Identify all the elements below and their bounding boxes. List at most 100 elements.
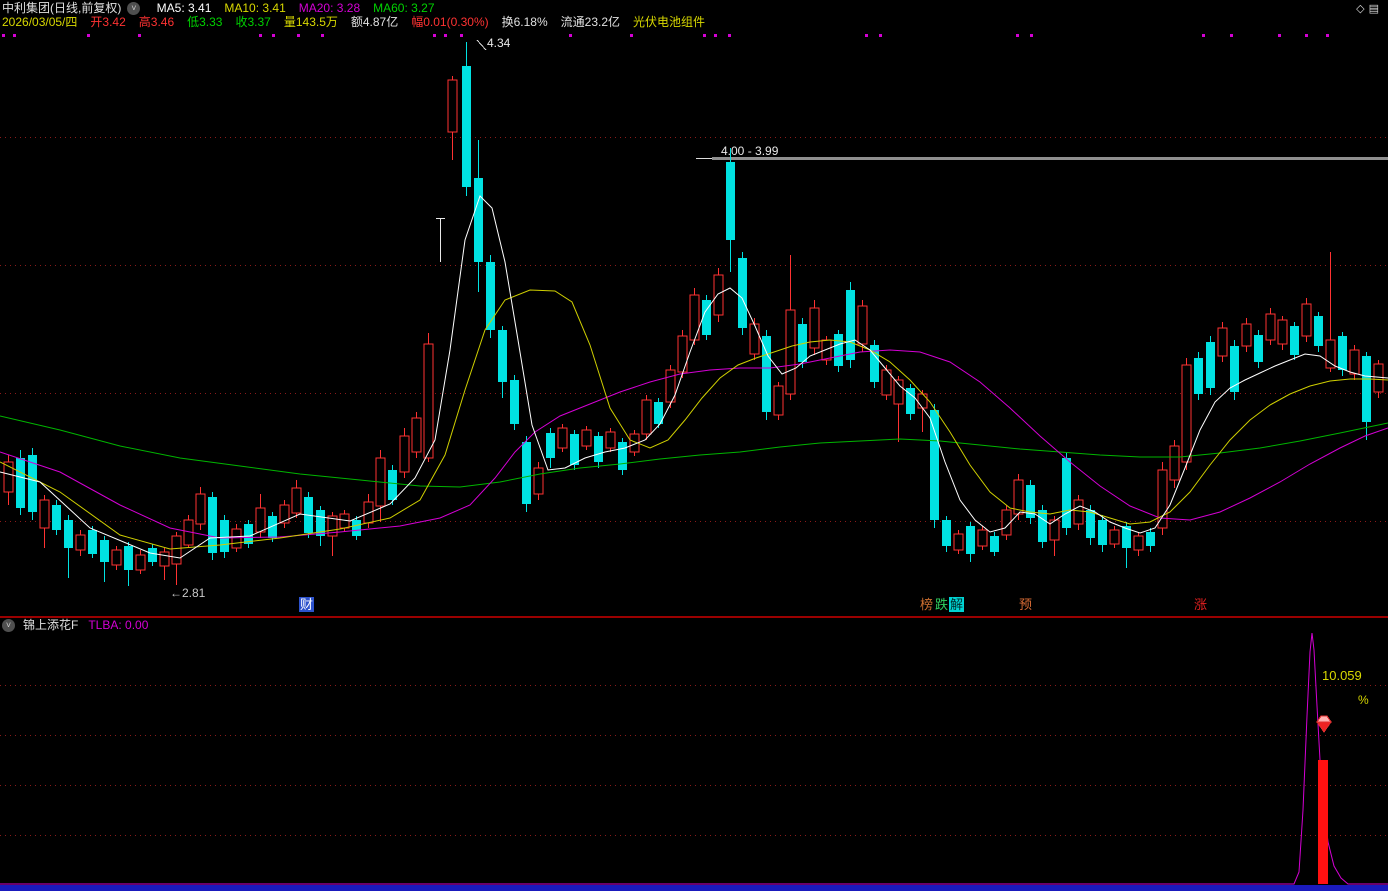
- candle-body-down[interactable]: [388, 470, 397, 500]
- candle-body-down[interactable]: [618, 442, 627, 470]
- candle-body-down[interactable]: [352, 520, 361, 536]
- tag-bangdiejie[interactable]: 榜跌解: [919, 597, 964, 612]
- candle-body-up[interactable]: [714, 275, 723, 315]
- collapse-main-chevron-icon[interactable]: ˅: [127, 2, 140, 15]
- candle-body-up[interactable]: [774, 386, 783, 415]
- candle-body-up[interactable]: [606, 432, 615, 448]
- candle-body-up[interactable]: [292, 488, 301, 513]
- candle-body-down[interactable]: [726, 162, 735, 240]
- candle-body-down[interactable]: [1338, 336, 1347, 370]
- candle-body-down[interactable]: [522, 442, 531, 504]
- panel-divider: [0, 616, 1388, 618]
- candle-body-down[interactable]: [1314, 316, 1323, 346]
- candle-body-down[interactable]: [486, 262, 495, 330]
- candle-body-up[interactable]: [786, 310, 795, 394]
- candle-body-down[interactable]: [220, 520, 229, 552]
- candle-body-up[interactable]: [558, 428, 567, 448]
- candle-body-down[interactable]: [546, 433, 555, 458]
- candle-body-down[interactable]: [1194, 358, 1203, 394]
- candle-body-up[interactable]: [678, 336, 687, 372]
- candle-body-down[interactable]: [762, 336, 771, 412]
- candle-body-up[interactable]: [232, 529, 241, 548]
- candle-body-up[interactable]: [256, 508, 265, 532]
- candle-body-up[interactable]: [582, 430, 591, 446]
- diamond-icon[interactable]: ◇: [1356, 3, 1368, 15]
- candle-body-down[interactable]: [1290, 326, 1299, 355]
- candle-body-up[interactable]: [918, 394, 927, 408]
- candle-body-up[interactable]: [76, 535, 85, 550]
- candle-body-up[interactable]: [136, 555, 145, 570]
- candle-body-down[interactable]: [1362, 356, 1371, 422]
- candle-body-up[interactable]: [160, 552, 169, 566]
- candle-body-up[interactable]: [1074, 500, 1083, 524]
- candle-body-up[interactable]: [822, 340, 831, 360]
- candle-body-up[interactable]: [172, 536, 181, 564]
- candle-body-down[interactable]: [510, 380, 519, 424]
- candle-body-down[interactable]: [88, 530, 97, 554]
- candle-body-down[interactable]: [462, 66, 471, 187]
- candle-body-up[interactable]: [364, 502, 373, 523]
- candle-body-down[interactable]: [834, 334, 843, 366]
- candle-body-down[interactable]: [990, 536, 999, 552]
- candle-body-up[interactable]: [1218, 328, 1227, 356]
- candle-body-up[interactable]: [750, 324, 759, 354]
- candle-body-up[interactable]: [1266, 314, 1275, 340]
- candle-body-down[interactable]: [16, 458, 25, 508]
- candle-body-down[interactable]: [1062, 458, 1071, 528]
- candle-body-up[interactable]: [1302, 304, 1311, 336]
- candle-body-up[interactable]: [1158, 470, 1167, 528]
- candle-body-up[interactable]: [1110, 530, 1119, 544]
- candle-body-up[interactable]: [1182, 365, 1191, 462]
- candle-body-down[interactable]: [124, 546, 133, 570]
- stock-title: 中利集团(日线,前复权): [2, 1, 121, 15]
- bottom-border-strip: [0, 885, 1388, 891]
- candle-body-up[interactable]: [978, 530, 987, 546]
- tag-cai[interactable]: 财: [299, 597, 314, 612]
- candle-body-down[interactable]: [942, 520, 951, 546]
- candle-body-up[interactable]: [424, 344, 433, 458]
- collapse-subpanel-chevron-icon[interactable]: ˅: [2, 619, 15, 632]
- candle-body-down[interactable]: [966, 526, 975, 554]
- candles-layer[interactable]: [4, 42, 1383, 586]
- candle-body-down[interactable]: [1086, 510, 1095, 538]
- candle-body-up[interactable]: [1374, 364, 1383, 392]
- candle-body-down[interactable]: [498, 330, 507, 382]
- candle-body-down[interactable]: [100, 540, 109, 562]
- candle-body-up[interactable]: [1278, 320, 1287, 344]
- candle-body-up[interactable]: [1170, 446, 1179, 480]
- candle-body-up[interactable]: [448, 80, 457, 132]
- candle-body-down[interactable]: [570, 434, 579, 465]
- candle-body-down[interactable]: [1098, 520, 1107, 545]
- candle-body-up[interactable]: [1134, 536, 1143, 550]
- candle-body-up[interactable]: [534, 468, 543, 494]
- tag-yu[interactable]: 预: [1018, 597, 1033, 612]
- candle-body-down[interactable]: [52, 505, 61, 530]
- candle-body-down[interactable]: [738, 258, 747, 328]
- candle-body-up[interactable]: [400, 436, 409, 472]
- candle-body-down[interactable]: [846, 290, 855, 360]
- candle-body-down[interactable]: [148, 548, 157, 562]
- candle-body-up[interactable]: [954, 534, 963, 550]
- candle-body-up[interactable]: [1242, 324, 1251, 346]
- candle-body-down[interactable]: [1254, 335, 1263, 362]
- candle-body-up[interactable]: [412, 418, 421, 452]
- candle-body-down[interactable]: [1038, 510, 1047, 542]
- candle-body-up[interactable]: [690, 295, 699, 340]
- candle-body-down[interactable]: [1206, 342, 1215, 388]
- tag-zhang[interactable]: 涨: [1193, 597, 1208, 612]
- candle-body-down[interactable]: [1146, 532, 1155, 546]
- candle-body-up[interactable]: [40, 500, 49, 528]
- candlestick-chart-canvas[interactable]: [0, 0, 1388, 891]
- candle-body-up[interactable]: [1350, 350, 1359, 374]
- candle-body-up[interactable]: [196, 494, 205, 524]
- candle-body-down[interactable]: [930, 410, 939, 520]
- candle-body-up[interactable]: [642, 400, 651, 434]
- candle-body-up[interactable]: [1326, 340, 1335, 368]
- candle-body-down[interactable]: [64, 520, 73, 548]
- candle-body-up[interactable]: [112, 550, 121, 565]
- candle-body-down[interactable]: [594, 436, 603, 462]
- candle-body-down[interactable]: [208, 497, 217, 553]
- candle-body-up[interactable]: [858, 306, 867, 344]
- candle-body-down[interactable]: [474, 178, 483, 262]
- panel-grid-icon[interactable]: ▤: [1369, 3, 1383, 15]
